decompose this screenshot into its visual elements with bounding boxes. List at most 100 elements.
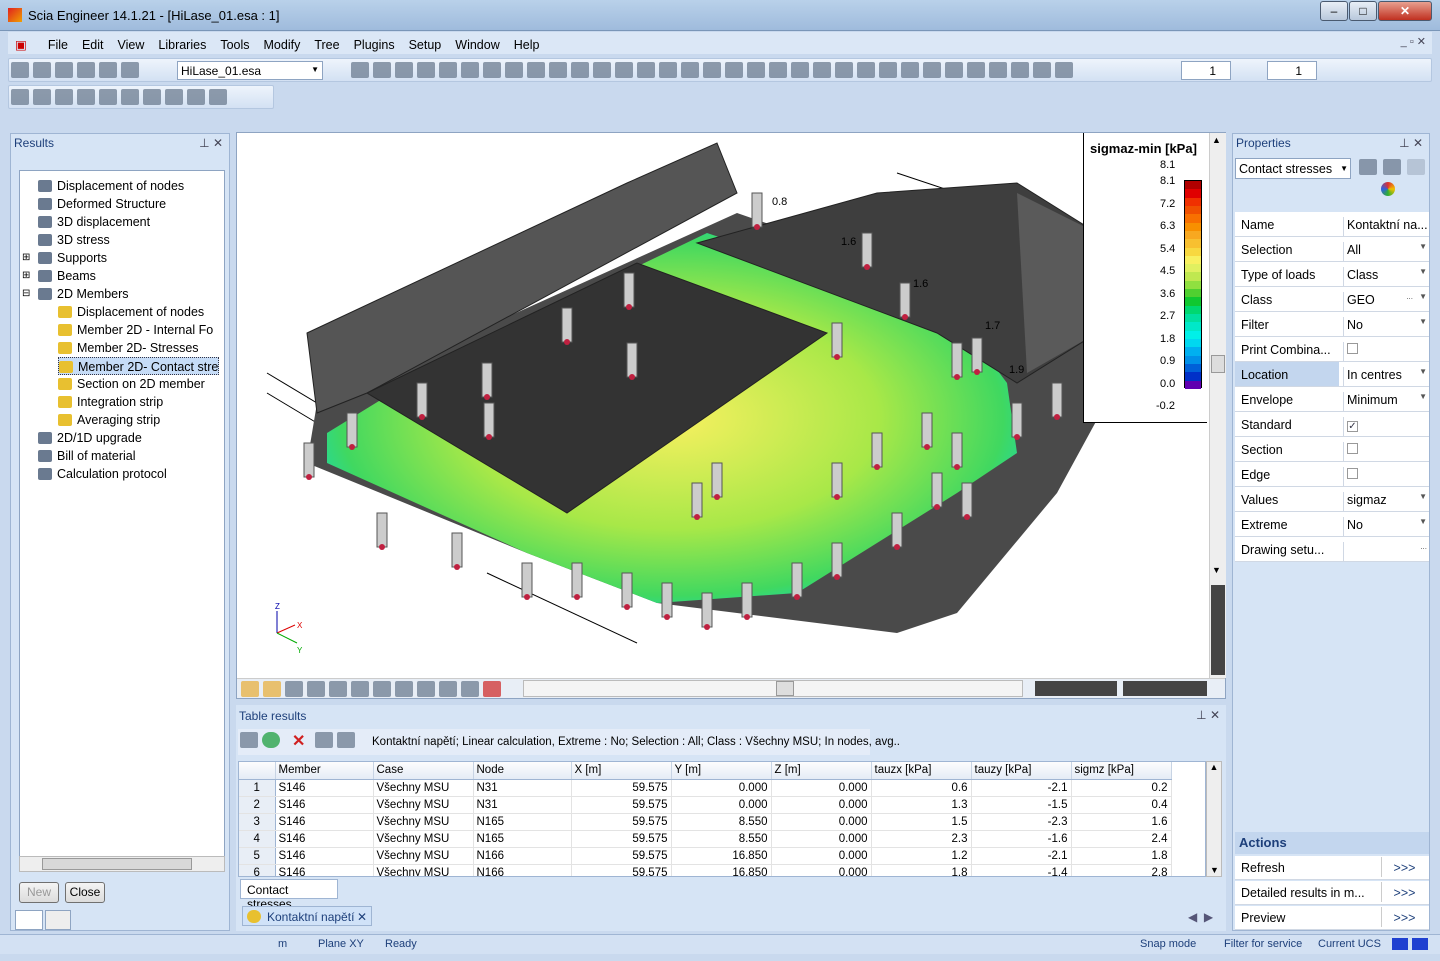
tool-icon[interactable] xyxy=(1011,62,1029,78)
property-value[interactable]: Minimum xyxy=(1343,392,1429,411)
tool-icon[interactable] xyxy=(373,62,391,78)
tree-item[interactable]: Averaging strip xyxy=(58,411,160,429)
tool-icon[interactable] xyxy=(483,62,501,78)
tree-item[interactable]: ⊟ 2D Members xyxy=(22,285,129,303)
tree-item[interactable]: Displacement of nodes xyxy=(38,177,184,195)
tool-icon[interactable] xyxy=(659,62,677,78)
tab-contact-stresses[interactable]: Contact stresses xyxy=(240,879,338,911)
column-header[interactable]: Member xyxy=(275,762,374,780)
tool-icon[interactable] xyxy=(241,681,259,697)
tool-icon[interactable] xyxy=(549,62,567,78)
property-row[interactable]: Type of loads Class ▼ xyxy=(1235,262,1429,287)
menu-file[interactable]: File xyxy=(41,35,75,55)
tool-icon[interactable] xyxy=(901,62,919,78)
spin-input-1[interactable]: 1 xyxy=(1181,61,1231,80)
tree-item[interactable]: Member 2D- Stresses xyxy=(58,339,199,357)
menu-tools[interactable]: Tools xyxy=(213,35,256,55)
tab-nav-arrows[interactable]: ◀ ▶ xyxy=(1188,910,1213,924)
tool-icon[interactable] xyxy=(395,62,413,78)
property-value[interactable]: All xyxy=(1343,242,1429,261)
structure-model[interactable]: 0.8 1.6 1.6 1.7 1.9 Z X Y xyxy=(237,133,1207,678)
close-tab-icon[interactable]: ✕ xyxy=(357,910,367,924)
tool-icon[interactable] xyxy=(351,681,369,697)
tool-icon[interactable] xyxy=(165,89,183,105)
tree-item[interactable]: Integration strip xyxy=(58,393,163,411)
property-value[interactable] xyxy=(1343,442,1429,461)
menu-window[interactable]: Window xyxy=(448,35,506,55)
print-icon[interactable] xyxy=(461,62,479,78)
table-icon[interactable] xyxy=(240,732,258,748)
properties-combo[interactable]: Contact stresses ▼ xyxy=(1235,158,1351,179)
new-icon[interactable] xyxy=(11,62,29,78)
menu-setup[interactable]: Setup xyxy=(402,35,449,55)
property-row[interactable]: Section xyxy=(1235,437,1429,462)
property-row[interactable]: Name Kontaktní na... xyxy=(1235,212,1429,237)
column-header[interactable]: Z [m] xyxy=(771,762,872,780)
tool-icon[interactable] xyxy=(285,681,303,697)
table-settings-icon[interactable] xyxy=(315,732,334,748)
tree-item[interactable]: Deformed Structure xyxy=(38,195,166,213)
dropdown-arrow-icon[interactable]: ▼ xyxy=(1419,492,1427,501)
tool-icon[interactable] xyxy=(615,62,633,78)
scroll-thumb[interactable] xyxy=(1035,681,1117,696)
property-value[interactable]: In centres xyxy=(1343,367,1429,386)
tool-icon[interactable] xyxy=(857,62,875,78)
property-value[interactable]: No xyxy=(1343,517,1429,536)
checkbox[interactable] xyxy=(1347,443,1358,454)
tree-item[interactable]: 2D/1D upgrade xyxy=(38,429,142,447)
zoom-icon[interactable] xyxy=(769,62,787,78)
property-value[interactable]: Kontaktní na... xyxy=(1343,217,1429,236)
window-icon[interactable] xyxy=(121,62,139,78)
tree-item[interactable]: ⊞ Beams xyxy=(22,267,96,285)
tool-icon[interactable] xyxy=(571,62,589,78)
dropdown-arrow-icon[interactable]: ▼ xyxy=(1419,517,1427,526)
zoom-icon[interactable] xyxy=(791,62,809,78)
tree-item[interactable]: Section on 2D member xyxy=(58,375,205,393)
pin-close-icons[interactable]: ⊥ ✕ xyxy=(1399,136,1423,150)
property-value[interactable] xyxy=(1343,542,1429,561)
property-row[interactable]: Drawing setu...... xyxy=(1235,537,1429,562)
table-row[interactable]: 3 S146 Všechny MSU N165 59.575 8.550 0.000 1.5-… xyxy=(239,813,1172,831)
tool-icon[interactable] xyxy=(77,89,95,105)
column-header[interactable]: tauzx [kPa] xyxy=(871,762,972,780)
dropdown-arrow-icon[interactable]: ▼ xyxy=(1419,242,1427,251)
viewport-horizontal-scrollbar[interactable] xyxy=(523,680,1023,697)
more-button[interactable]: ... xyxy=(1406,292,1413,301)
menu-edit[interactable]: Edit xyxy=(75,35,111,55)
tool-icon[interactable] xyxy=(879,62,897,78)
color-icon[interactable] xyxy=(1381,182,1395,196)
project-combo[interactable]: HiLase_01.esa ▼ xyxy=(177,61,323,80)
dropdown-arrow-icon[interactable]: ▼ xyxy=(1419,392,1427,401)
tool-icon[interactable] xyxy=(329,681,347,697)
dropdown-arrow-icon[interactable]: ▼ xyxy=(1419,267,1427,276)
tree-item[interactable]: Member 2D - Internal Fo xyxy=(58,321,213,339)
tool-icon[interactable] xyxy=(11,89,29,105)
tool-icon[interactable] xyxy=(439,62,457,78)
tool-icon[interactable] xyxy=(593,62,611,78)
action-row[interactable]: Detailed results in m... >>> xyxy=(1235,881,1429,905)
column-header[interactable]: Case xyxy=(373,762,474,780)
refresh-icon[interactable] xyxy=(262,732,280,748)
tree-item[interactable]: Bill of material xyxy=(38,447,136,465)
tree-item[interactable]: Displacement of nodes xyxy=(58,303,204,321)
tool-icon[interactable] xyxy=(989,62,1007,78)
table-row[interactable]: 2 S146 Všechny MSU N31 59.575 0.000 0.000 1.3 -1… xyxy=(239,796,1172,814)
action-row[interactable]: Preview >>> xyxy=(1235,906,1429,930)
property-row[interactable]: Extreme No ▼ xyxy=(1235,512,1429,537)
table-row[interactable]: 5 S146 Všechny MSU N166 59.575 16.850 0.000 1.2… xyxy=(239,847,1172,865)
scroll-thumb[interactable] xyxy=(1123,681,1207,696)
status-snap-mode[interactable]: Snap mode xyxy=(1140,938,1196,950)
menu-plugins[interactable]: Plugins xyxy=(347,35,402,55)
tool-icon[interactable] xyxy=(33,89,51,105)
checkbox[interactable]: ✓ xyxy=(1347,421,1358,432)
tool-icon[interactable] xyxy=(483,681,501,697)
status-ucs[interactable]: Current UCS xyxy=(1318,938,1381,950)
undo-icon[interactable] xyxy=(77,62,95,78)
property-row[interactable]: Class GEO ▼... xyxy=(1235,287,1429,312)
tool-icon[interactable] xyxy=(351,62,369,78)
tool-icon[interactable] xyxy=(439,681,457,697)
doc-tab[interactable]: Kontaktní napětí ✕ xyxy=(242,906,372,926)
property-row[interactable]: Location In centres ▼ xyxy=(1235,362,1429,387)
property-value[interactable]: ✓ xyxy=(1343,417,1429,436)
tool-icon[interactable] xyxy=(263,681,281,697)
